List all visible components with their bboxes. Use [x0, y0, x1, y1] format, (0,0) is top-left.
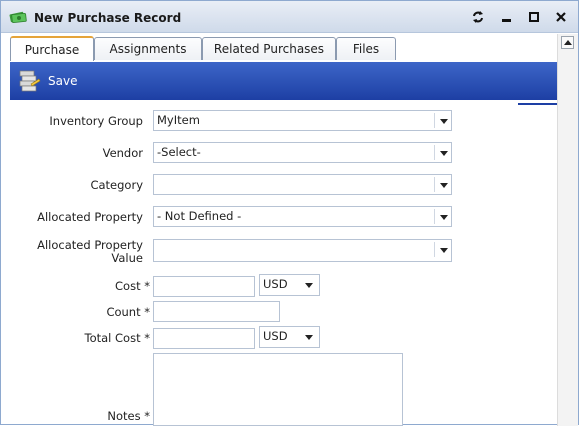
save-button[interactable]: Save	[10, 62, 90, 100]
toolbar: Save	[10, 62, 557, 100]
vendor-select[interactable]: -Select-	[153, 142, 452, 163]
close-icon	[556, 12, 566, 22]
select-divider	[434, 242, 435, 257]
allocated-property-select[interactable]: - Not Defined -	[153, 206, 452, 227]
notes-textarea[interactable]	[153, 353, 403, 426]
cost-label: Cost *	[115, 279, 150, 293]
minimize-icon	[501, 18, 511, 22]
maximize-button[interactable]	[527, 10, 541, 24]
total-cost-input[interactable]	[153, 328, 255, 349]
allocated-property-value-label-line2: Value	[111, 251, 143, 265]
tab-assignments[interactable]: Assignments	[94, 37, 202, 60]
notes-label: Notes *	[107, 409, 150, 423]
total-cost-label: Total Cost *	[84, 331, 151, 345]
save-icon	[19, 70, 41, 92]
vertical-scrollbar[interactable]	[557, 34, 578, 426]
chevron-down-icon	[440, 215, 448, 220]
tab-files[interactable]: Files	[336, 37, 396, 60]
chevron-down-icon	[440, 248, 448, 253]
select-divider	[434, 113, 435, 128]
chevron-down-icon	[440, 151, 448, 156]
total-cost-currency-select[interactable]: USD	[259, 326, 320, 348]
allocated-property-value-select[interactable]	[153, 239, 452, 262]
tab-label: Assignments	[109, 42, 187, 56]
vendor-value: -Select-	[157, 145, 201, 159]
tab-purchase[interactable]: Purchase	[10, 36, 94, 61]
save-label: Save	[48, 74, 78, 88]
category-select[interactable]	[153, 174, 452, 195]
chevron-down-icon	[440, 119, 448, 124]
maximize-icon	[529, 12, 539, 22]
refresh-button[interactable]	[471, 10, 485, 24]
total-cost-currency-value: USD	[263, 329, 288, 343]
vendor-label: Vendor	[102, 146, 143, 160]
refresh-icon	[473, 11, 483, 23]
scroll-up-arrow-icon[interactable]	[561, 36, 574, 49]
chevron-down-icon	[305, 335, 313, 340]
allocated-property-value: - Not Defined -	[157, 209, 242, 223]
cost-currency-select[interactable]: USD	[259, 274, 320, 296]
inventory-group-value: MyItem	[157, 113, 200, 127]
tab-label: Purchase	[24, 42, 80, 57]
money-icon	[9, 11, 27, 24]
category-label: Category	[90, 178, 143, 192]
cost-input[interactable]	[153, 276, 255, 297]
chevron-down-icon	[305, 283, 313, 288]
tab-related-purchases[interactable]: Related Purchases	[202, 37, 336, 60]
window-title: New Purchase Record	[34, 11, 182, 25]
title-bar: New Purchase Record	[1, 1, 578, 33]
inventory-group-label: Inventory Group	[49, 114, 143, 128]
allocated-property-label: Allocated Property	[37, 210, 143, 224]
minimize-button[interactable]	[499, 10, 513, 24]
purchase-form: Inventory Group MyItem Vendor -Select- C…	[10, 105, 557, 426]
tab-label: Files	[352, 42, 380, 56]
close-button[interactable]	[554, 10, 568, 24]
cost-currency-value: USD	[263, 277, 288, 291]
purchase-record-window: New Purchase Record Purchase Assignments…	[0, 0, 579, 426]
select-divider	[434, 209, 435, 224]
inventory-group-select[interactable]: MyItem	[153, 110, 452, 131]
count-input[interactable]	[153, 301, 280, 322]
select-divider	[434, 145, 435, 160]
count-label: Count *	[106, 305, 150, 319]
select-divider	[434, 177, 435, 192]
chevron-down-icon	[440, 183, 448, 188]
tab-label: Related Purchases	[213, 42, 325, 56]
